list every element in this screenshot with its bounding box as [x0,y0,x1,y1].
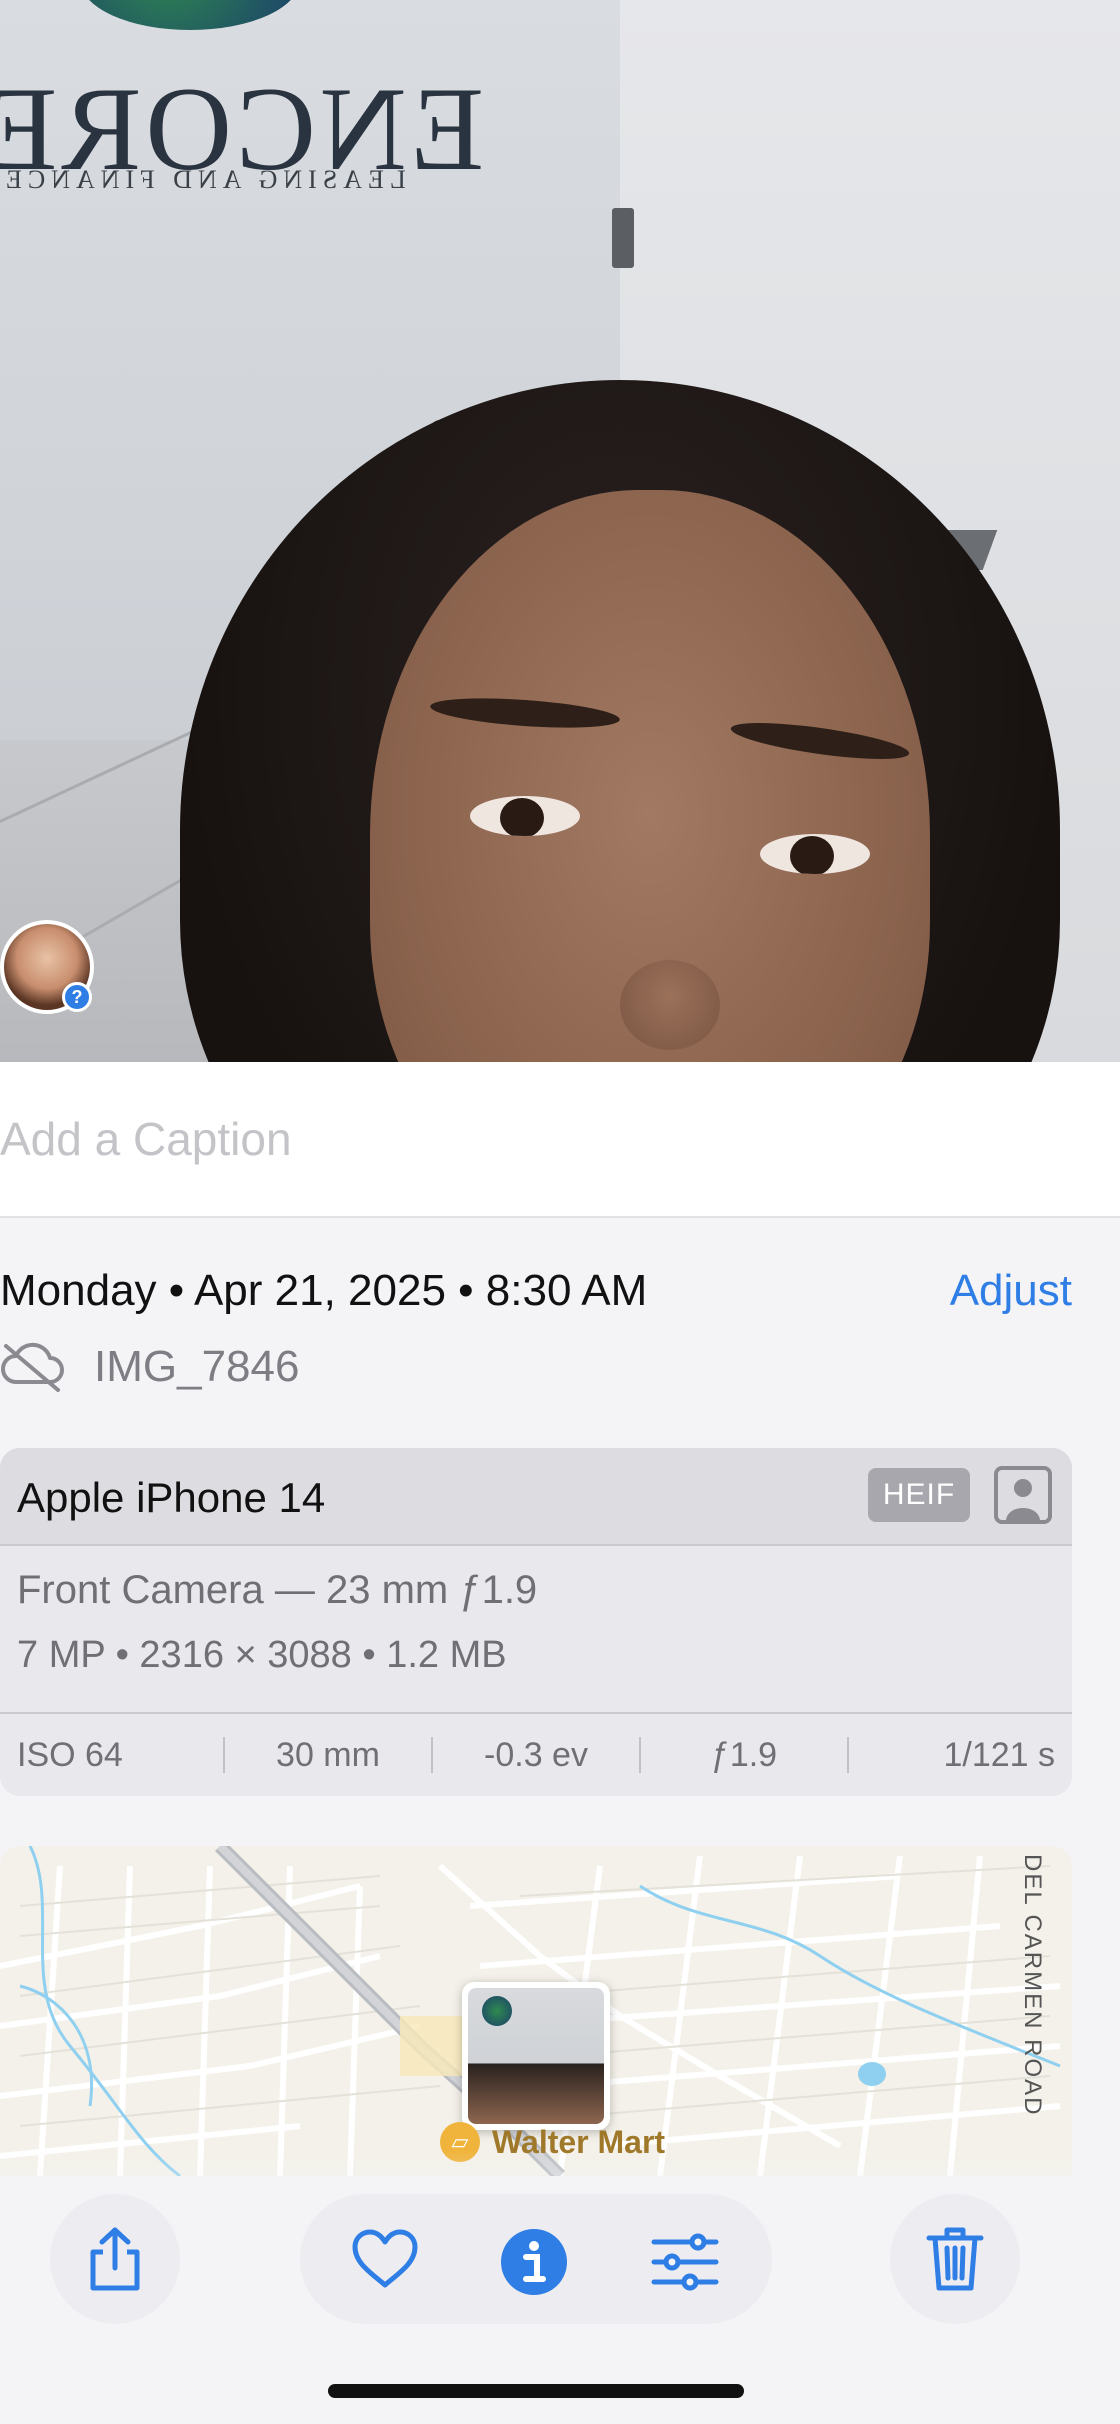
heart-icon [352,2229,418,2288]
wall-logo-emblem [80,0,300,30]
photo-datetime: Monday • Apr 21, 2025 • 8:30 AM [0,1266,648,1315]
adjustments-icon [651,2233,719,2291]
caption-area [0,1062,1120,1218]
delete-button[interactable] [890,2194,1020,2324]
exif-row: ISO 64 30 mm -0.3 ev ƒ1.9 1/121 s [0,1712,1072,1796]
info-button[interactable] [494,2222,574,2302]
map-photo-thumbnail [468,1988,604,2124]
exif-iso: ISO 64 [17,1735,123,1774]
map-photo-pin[interactable] [462,1982,610,2130]
share-button[interactable] [50,2194,180,2324]
person-avatar[interactable]: ? [0,920,94,1014]
exif-shutter: 1/121 s [943,1735,1055,1774]
map-road-label: DEL CARMEN ROAD [1019,1854,1046,2117]
cloud-off-icon [1,1342,64,1392]
photo-viewer[interactable]: ENCORE LEASING AND FINANCE ? [0,0,1120,1062]
favorite-button[interactable] [335,2219,435,2299]
unknown-person-badge-icon: ? [62,982,92,1012]
wall-logo-subtext: LEASING AND FINANCE [0,165,406,194]
right-eye [760,834,870,874]
caption-input[interactable] [0,1112,1000,1166]
portrait-mode-icon [994,1466,1052,1524]
info-icon [501,2229,567,2295]
lens-info: Front Camera — 23 mm ƒ1.9 [17,1568,538,1612]
adjust-button[interactable]: Adjust [950,1266,1072,1316]
camera-card-header: Apple iPhone 14 HEIF [0,1448,1072,1546]
exif-focal-length: 30 mm [276,1735,380,1774]
camera-info-card: Apple iPhone 14 HEIF Front Camera — 23 m… [0,1448,1072,1796]
device-name: Apple iPhone 14 [17,1474,326,1521]
exif-aperture: ƒ1.9 [710,1735,778,1774]
exif-exposure-value: -0.3 ev [484,1735,588,1774]
subject-nose [620,960,720,1050]
left-eye [470,796,580,836]
home-indicator[interactable] [328,2384,744,2398]
share-icon [90,2227,140,2291]
wall-switch [612,208,634,268]
image-specs: 7 MP • 2316 × 3088 • 1.2 MB [17,1634,507,1676]
photo-filename: IMG_7846 [94,1342,300,1391]
edit-adjustments-button[interactable] [640,2222,730,2302]
trash-icon [926,2227,984,2291]
format-badge: HEIF [868,1468,970,1522]
